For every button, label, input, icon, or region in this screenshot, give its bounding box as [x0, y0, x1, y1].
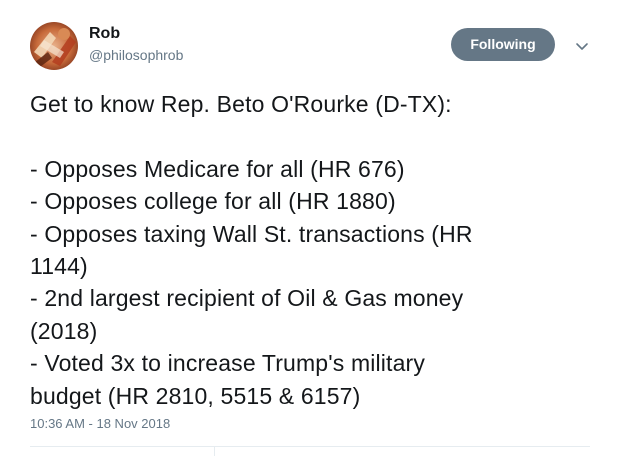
avatar[interactable]: [30, 22, 78, 70]
tweet-line: - Opposes college for all (HR 1880): [30, 188, 396, 215]
tweet-line: - 2nd largest recipient of Oil & Gas mon…: [30, 285, 464, 312]
tweet-card: Rob @philosophrob Following Get to know …: [0, 0, 617, 456]
tweet-line: - Opposes taxing Wall St. transactions (…: [30, 220, 473, 247]
tweet-text: Get to know Rep. Beto O'Rourke (D-TX): -…: [30, 88, 590, 412]
divider: [30, 446, 590, 447]
tweet-line: - Opposes Medicare for all (HR 676): [30, 155, 405, 182]
tweet-timestamp[interactable]: 10:36 AM - 18 Nov 2018: [30, 416, 170, 431]
divider: [214, 447, 215, 456]
user-handle[interactable]: @philosophrob: [89, 47, 183, 63]
tweet-line: - Voted 3x to increase Trump's military: [30, 350, 425, 377]
chevron-down-icon: [576, 43, 588, 50]
tweet-line: budget (HR 2810, 5515 & 6157): [30, 382, 361, 409]
tweet-line: (2018): [30, 317, 98, 344]
avatar-photo-icon: [30, 22, 78, 70]
tweet-line: 1144): [30, 253, 88, 280]
following-button[interactable]: Following: [451, 28, 555, 61]
display-name[interactable]: Rob: [89, 25, 120, 43]
more-options-button[interactable]: [572, 36, 592, 56]
tweet-intro: Get to know Rep. Beto O'Rourke (D-TX):: [30, 91, 452, 117]
